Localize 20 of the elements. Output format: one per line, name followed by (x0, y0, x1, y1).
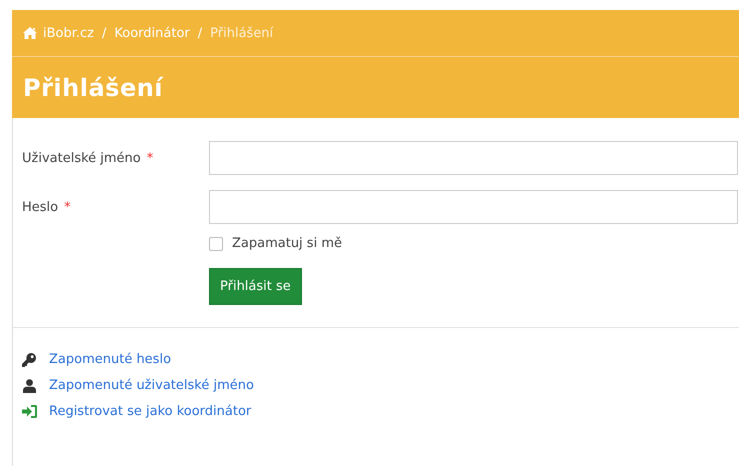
remember-checkbox[interactable] (209, 236, 223, 250)
home-icon (23, 27, 37, 39)
login-button[interactable]: Přihlásit se (209, 268, 302, 305)
link[interactable]: Zapomenuté uživatelské jméno (49, 378, 254, 393)
sign-in-icon (22, 405, 36, 418)
link[interactable]: Zapomenuté heslo (49, 352, 172, 367)
breadcrumb-separator: / (102, 26, 106, 40)
user-icon (22, 378, 36, 392)
breadcrumb-current: Přihlášení (210, 26, 274, 40)
checkbox-label: Zapamatuj si mě (232, 236, 342, 251)
breadcrumb-separator: / (198, 26, 202, 40)
required-mark: * (64, 200, 71, 214)
page-title: Přihlášení (23, 74, 164, 102)
field-label: Uživatelské jméno (22, 150, 141, 166)
field-label: Heslo (22, 200, 58, 214)
input-field[interactable] (209, 141, 738, 175)
key-icon (22, 352, 36, 366)
required-mark: * (146, 150, 154, 166)
link[interactable]: Registrovat se jako koordinátor (49, 404, 252, 419)
input-field[interactable] (209, 190, 738, 224)
